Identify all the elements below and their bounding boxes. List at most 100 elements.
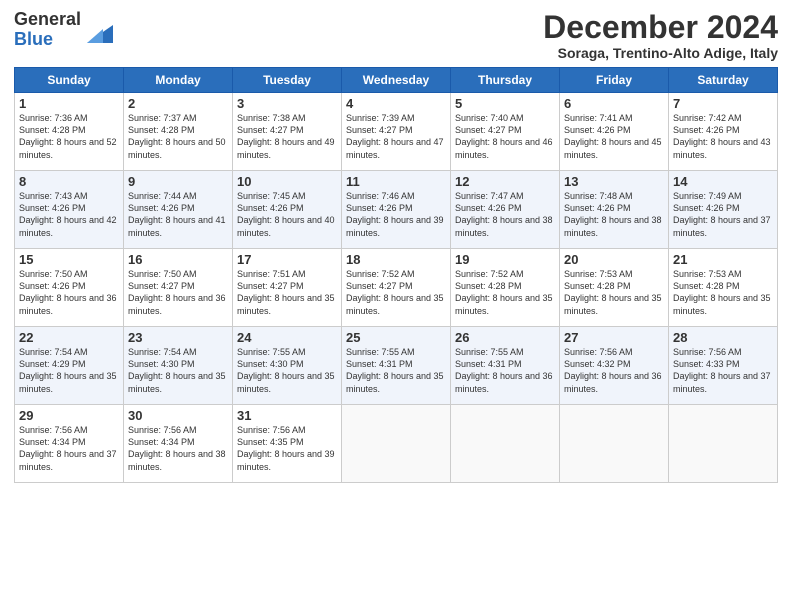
table-row: 10 Sunrise: 7:45 AMSunset: 4:26 PMDaylig… bbox=[233, 171, 342, 249]
table-row: 7 Sunrise: 7:42 AMSunset: 4:26 PMDayligh… bbox=[669, 93, 778, 171]
header-saturday: Saturday bbox=[669, 68, 778, 93]
table-row: 19 Sunrise: 7:52 AMSunset: 4:28 PMDaylig… bbox=[451, 249, 560, 327]
day-number: 1 bbox=[19, 96, 119, 111]
table-row: 14 Sunrise: 7:49 AMSunset: 4:26 PMDaylig… bbox=[669, 171, 778, 249]
title-block: December 2024 Soraga, Trentino-Alto Adig… bbox=[543, 10, 778, 61]
logo-general: General bbox=[14, 10, 81, 30]
day-number: 29 bbox=[19, 408, 119, 423]
day-info: Sunrise: 7:39 AMSunset: 4:27 PMDaylight:… bbox=[346, 113, 444, 159]
day-number: 18 bbox=[346, 252, 446, 267]
table-row: 23 Sunrise: 7:54 AMSunset: 4:30 PMDaylig… bbox=[124, 327, 233, 405]
logo-blue: Blue bbox=[14, 30, 81, 50]
table-row: 22 Sunrise: 7:54 AMSunset: 4:29 PMDaylig… bbox=[15, 327, 124, 405]
day-number: 11 bbox=[346, 174, 446, 189]
table-row: 28 Sunrise: 7:56 AMSunset: 4:33 PMDaylig… bbox=[669, 327, 778, 405]
day-info: Sunrise: 7:55 AMSunset: 4:31 PMDaylight:… bbox=[455, 347, 553, 393]
day-number: 30 bbox=[128, 408, 228, 423]
table-row: 1 Sunrise: 7:36 AMSunset: 4:28 PMDayligh… bbox=[15, 93, 124, 171]
day-number: 19 bbox=[455, 252, 555, 267]
day-number: 25 bbox=[346, 330, 446, 345]
table-row: 3 Sunrise: 7:38 AMSunset: 4:27 PMDayligh… bbox=[233, 93, 342, 171]
table-row: 4 Sunrise: 7:39 AMSunset: 4:27 PMDayligh… bbox=[342, 93, 451, 171]
day-info: Sunrise: 7:46 AMSunset: 4:26 PMDaylight:… bbox=[346, 191, 444, 237]
day-number: 7 bbox=[673, 96, 773, 111]
day-info: Sunrise: 7:45 AMSunset: 4:26 PMDaylight:… bbox=[237, 191, 335, 237]
day-info: Sunrise: 7:54 AMSunset: 4:30 PMDaylight:… bbox=[128, 347, 226, 393]
header-wednesday: Wednesday bbox=[342, 68, 451, 93]
empty-cell bbox=[669, 405, 778, 483]
table-row: 8 Sunrise: 7:43 AMSunset: 4:26 PMDayligh… bbox=[15, 171, 124, 249]
day-info: Sunrise: 7:55 AMSunset: 4:30 PMDaylight:… bbox=[237, 347, 335, 393]
day-number: 27 bbox=[564, 330, 664, 345]
day-info: Sunrise: 7:36 AMSunset: 4:28 PMDaylight:… bbox=[19, 113, 117, 159]
day-info: Sunrise: 7:37 AMSunset: 4:28 PMDaylight:… bbox=[128, 113, 226, 159]
day-info: Sunrise: 7:40 AMSunset: 4:27 PMDaylight:… bbox=[455, 113, 553, 159]
header-monday: Monday bbox=[124, 68, 233, 93]
day-number: 2 bbox=[128, 96, 228, 111]
days-header-row: Sunday Monday Tuesday Wednesday Thursday… bbox=[15, 68, 778, 93]
header: General Blue December 2024 Soraga, Trent… bbox=[14, 10, 778, 61]
day-number: 13 bbox=[564, 174, 664, 189]
day-number: 8 bbox=[19, 174, 119, 189]
day-number: 10 bbox=[237, 174, 337, 189]
table-row: 6 Sunrise: 7:41 AMSunset: 4:26 PMDayligh… bbox=[560, 93, 669, 171]
calendar: Sunday Monday Tuesday Wednesday Thursday… bbox=[14, 67, 778, 483]
day-number: 9 bbox=[128, 174, 228, 189]
day-info: Sunrise: 7:43 AMSunset: 4:26 PMDaylight:… bbox=[19, 191, 117, 237]
table-row: 17 Sunrise: 7:51 AMSunset: 4:27 PMDaylig… bbox=[233, 249, 342, 327]
table-row: 21 Sunrise: 7:53 AMSunset: 4:28 PMDaylig… bbox=[669, 249, 778, 327]
day-info: Sunrise: 7:55 AMSunset: 4:31 PMDaylight:… bbox=[346, 347, 444, 393]
logo-text: General Blue bbox=[14, 10, 81, 50]
day-number: 6 bbox=[564, 96, 664, 111]
day-info: Sunrise: 7:50 AMSunset: 4:27 PMDaylight:… bbox=[128, 269, 226, 315]
day-number: 17 bbox=[237, 252, 337, 267]
day-info: Sunrise: 7:49 AMSunset: 4:26 PMDaylight:… bbox=[673, 191, 771, 237]
day-info: Sunrise: 7:47 AMSunset: 4:26 PMDaylight:… bbox=[455, 191, 553, 237]
day-number: 31 bbox=[237, 408, 337, 423]
empty-cell bbox=[560, 405, 669, 483]
table-row: 31 Sunrise: 7:56 AMSunset: 4:35 PMDaylig… bbox=[233, 405, 342, 483]
day-info: Sunrise: 7:56 AMSunset: 4:34 PMDaylight:… bbox=[128, 425, 226, 471]
day-info: Sunrise: 7:44 AMSunset: 4:26 PMDaylight:… bbox=[128, 191, 226, 237]
table-row: 9 Sunrise: 7:44 AMSunset: 4:26 PMDayligh… bbox=[124, 171, 233, 249]
day-info: Sunrise: 7:54 AMSunset: 4:29 PMDaylight:… bbox=[19, 347, 117, 393]
day-number: 14 bbox=[673, 174, 773, 189]
day-info: Sunrise: 7:56 AMSunset: 4:33 PMDaylight:… bbox=[673, 347, 771, 393]
table-row: 18 Sunrise: 7:52 AMSunset: 4:27 PMDaylig… bbox=[342, 249, 451, 327]
day-number: 20 bbox=[564, 252, 664, 267]
day-number: 5 bbox=[455, 96, 555, 111]
day-number: 21 bbox=[673, 252, 773, 267]
day-info: Sunrise: 7:56 AMSunset: 4:34 PMDaylight:… bbox=[19, 425, 117, 471]
day-info: Sunrise: 7:42 AMSunset: 4:26 PMDaylight:… bbox=[673, 113, 771, 159]
header-thursday: Thursday bbox=[451, 68, 560, 93]
day-info: Sunrise: 7:56 AMSunset: 4:35 PMDaylight:… bbox=[237, 425, 335, 471]
logo-icon bbox=[85, 15, 115, 45]
empty-cell bbox=[342, 405, 451, 483]
header-friday: Friday bbox=[560, 68, 669, 93]
day-number: 16 bbox=[128, 252, 228, 267]
day-number: 4 bbox=[346, 96, 446, 111]
table-row: 30 Sunrise: 7:56 AMSunset: 4:34 PMDaylig… bbox=[124, 405, 233, 483]
day-number: 15 bbox=[19, 252, 119, 267]
day-info: Sunrise: 7:53 AMSunset: 4:28 PMDaylight:… bbox=[564, 269, 662, 315]
day-info: Sunrise: 7:52 AMSunset: 4:28 PMDaylight:… bbox=[455, 269, 553, 315]
table-row: 13 Sunrise: 7:48 AMSunset: 4:26 PMDaylig… bbox=[560, 171, 669, 249]
table-row: 16 Sunrise: 7:50 AMSunset: 4:27 PMDaylig… bbox=[124, 249, 233, 327]
table-row: 11 Sunrise: 7:46 AMSunset: 4:26 PMDaylig… bbox=[342, 171, 451, 249]
page: General Blue December 2024 Soraga, Trent… bbox=[0, 0, 792, 612]
day-info: Sunrise: 7:48 AMSunset: 4:26 PMDaylight:… bbox=[564, 191, 662, 237]
location-subtitle: Soraga, Trentino-Alto Adige, Italy bbox=[543, 45, 778, 61]
month-title: December 2024 bbox=[543, 10, 778, 45]
table-row: 24 Sunrise: 7:55 AMSunset: 4:30 PMDaylig… bbox=[233, 327, 342, 405]
table-row: 20 Sunrise: 7:53 AMSunset: 4:28 PMDaylig… bbox=[560, 249, 669, 327]
day-number: 26 bbox=[455, 330, 555, 345]
day-number: 28 bbox=[673, 330, 773, 345]
empty-cell bbox=[451, 405, 560, 483]
day-number: 3 bbox=[237, 96, 337, 111]
logo: General Blue bbox=[14, 10, 115, 50]
day-info: Sunrise: 7:51 AMSunset: 4:27 PMDaylight:… bbox=[237, 269, 335, 315]
day-info: Sunrise: 7:38 AMSunset: 4:27 PMDaylight:… bbox=[237, 113, 335, 159]
table-row: 29 Sunrise: 7:56 AMSunset: 4:34 PMDaylig… bbox=[15, 405, 124, 483]
table-row: 2 Sunrise: 7:37 AMSunset: 4:28 PMDayligh… bbox=[124, 93, 233, 171]
day-info: Sunrise: 7:56 AMSunset: 4:32 PMDaylight:… bbox=[564, 347, 662, 393]
